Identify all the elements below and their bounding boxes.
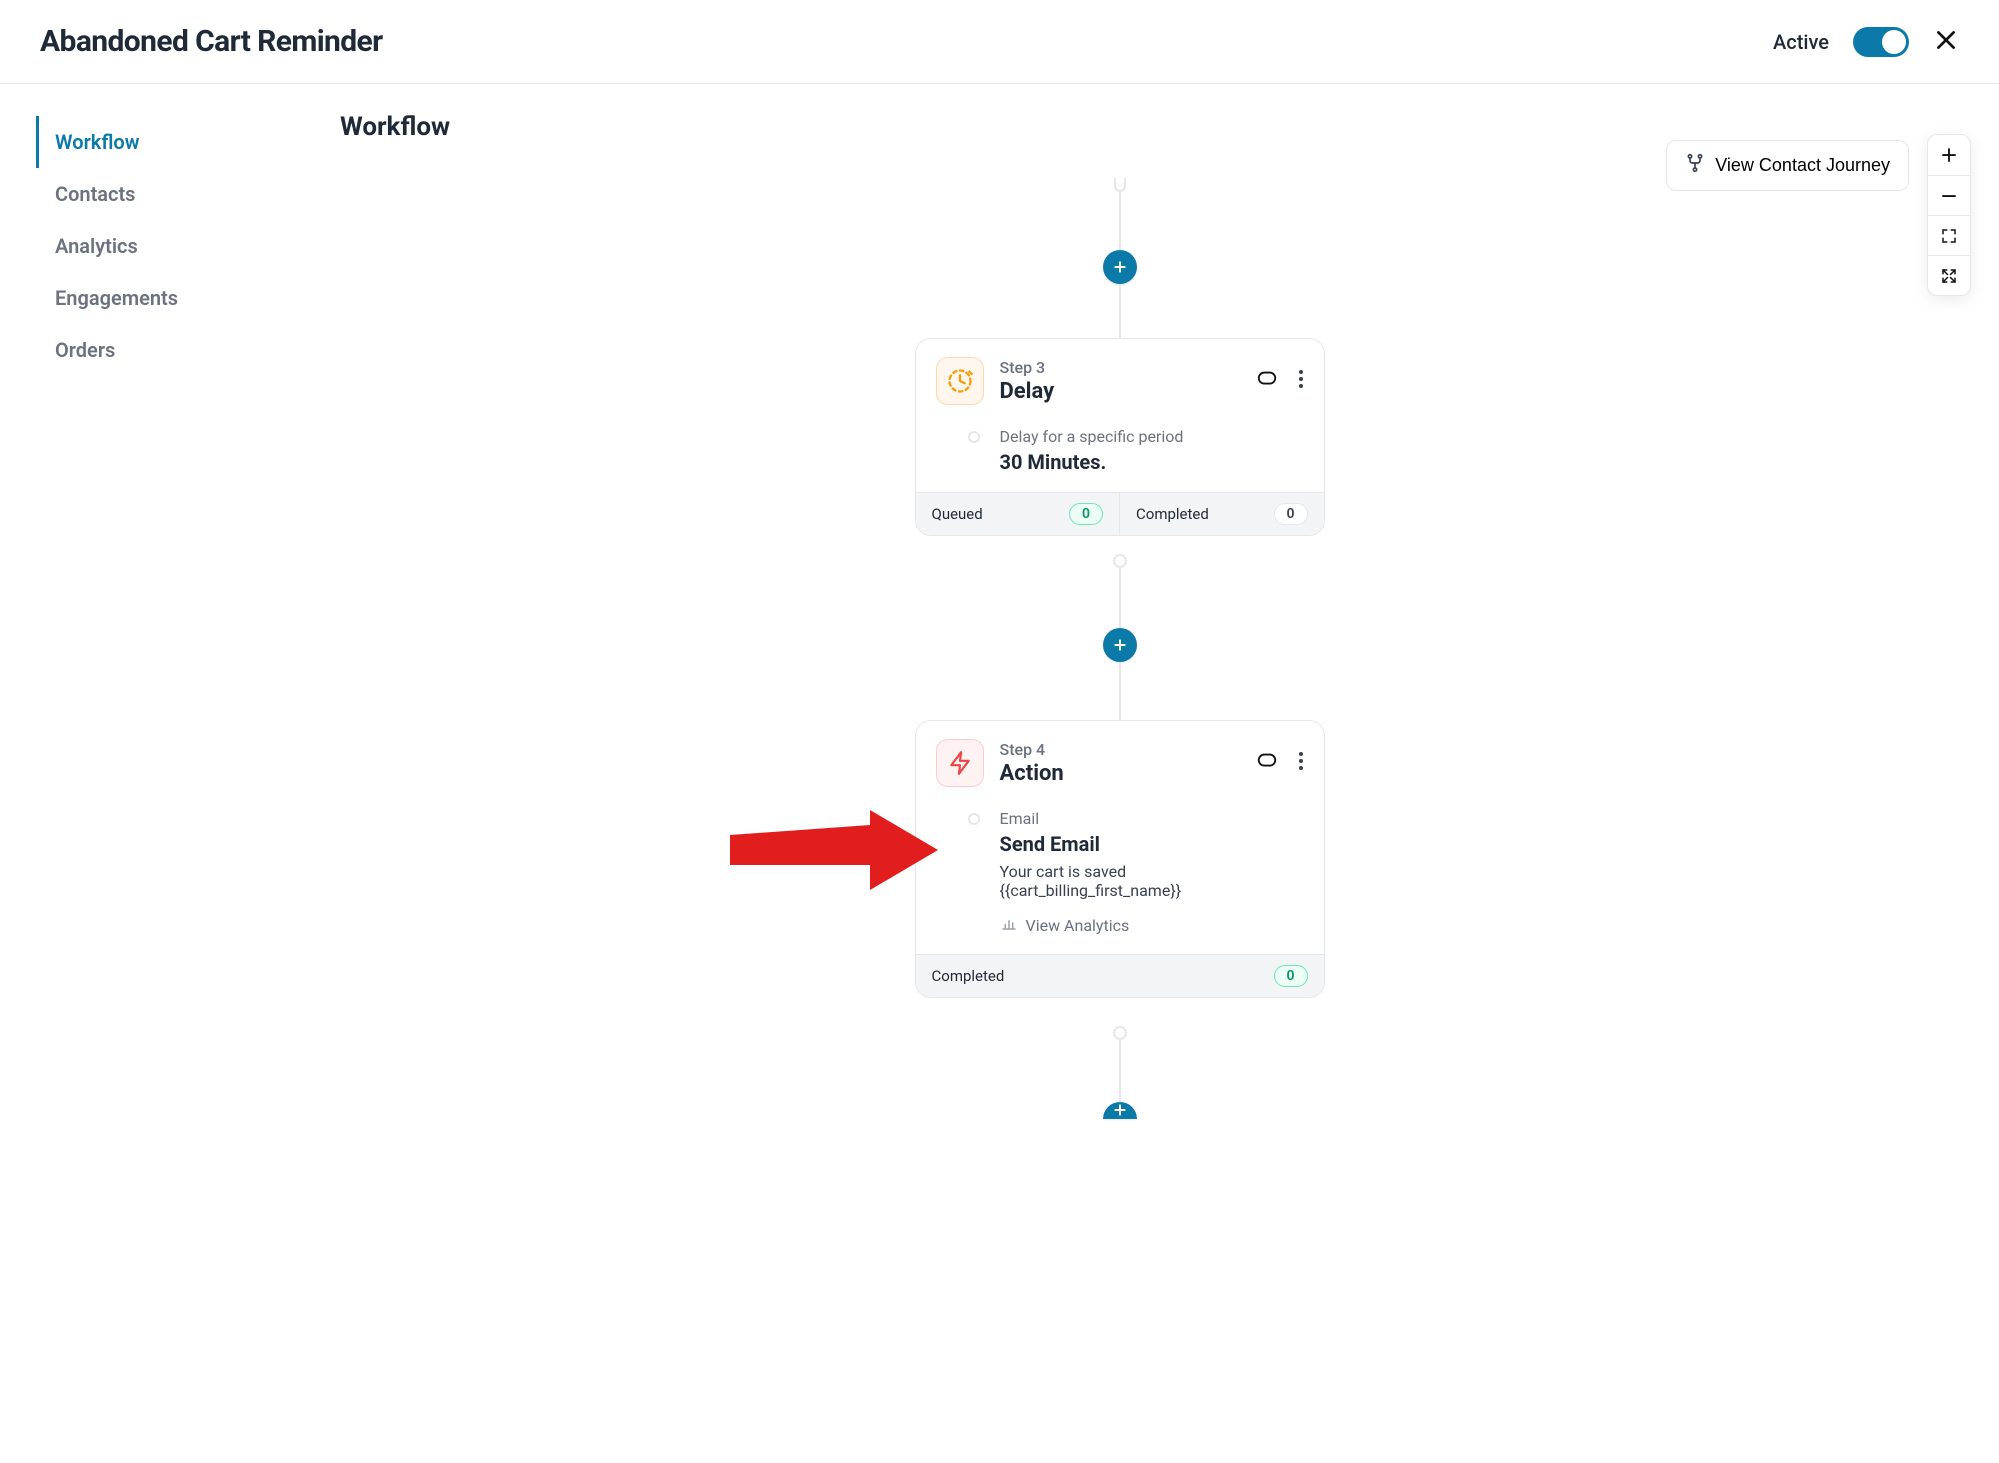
card-footer: Completed 0	[916, 954, 1324, 997]
connector-dot	[1113, 1026, 1127, 1040]
nav-item-orders[interactable]: Orders	[36, 324, 280, 376]
nav-item-analytics[interactable]: Analytics	[36, 220, 280, 272]
body-label: Email	[1000, 809, 1304, 828]
body-sub: Your cart is saved {{cart_billing_first_…	[1000, 862, 1304, 900]
body-value: 30 Minutes.	[1000, 450, 1304, 474]
view-analytics-link[interactable]: View Analytics	[1000, 914, 1304, 936]
page-title: Abandoned Cart Reminder	[40, 24, 383, 59]
nav-item-workflow[interactable]: Workflow	[36, 116, 280, 168]
footer-label: Completed	[1136, 505, 1209, 523]
queued-count: 0	[1069, 503, 1103, 525]
active-toggle[interactable]	[1853, 27, 1909, 57]
workflow-canvas[interactable]: Step 3 Delay Delay	[280, 150, 1959, 1250]
step-title: Delay	[1000, 379, 1055, 404]
completed-count: 0	[1274, 965, 1308, 987]
topbar: Abandoned Cart Reminder Active	[0, 0, 1999, 84]
footer-label: Queued	[932, 505, 983, 523]
card-footer: Queued 0 Completed 0	[916, 492, 1324, 535]
connector-line	[1119, 284, 1121, 338]
step-title: Action	[1000, 761, 1064, 786]
bullet-dot	[968, 813, 980, 825]
connector-dot	[1113, 554, 1127, 568]
connector-line	[1119, 568, 1121, 628]
connector-line	[1119, 1040, 1121, 1102]
comment-icon[interactable]	[1256, 750, 1278, 776]
comment-icon[interactable]	[1256, 368, 1278, 394]
footer-label: Completed	[932, 967, 1005, 985]
nav-item-contacts[interactable]: Contacts	[36, 168, 280, 220]
workflow-card-step3[interactable]: Step 3 Delay Delay	[915, 338, 1325, 536]
bullet-dot	[968, 431, 980, 443]
chart-icon	[1000, 914, 1018, 936]
body-value: Send Email	[1000, 832, 1304, 856]
canvas-title: Workflow	[340, 112, 1959, 142]
add-step-button[interactable]	[1103, 250, 1137, 284]
step-label: Step 3	[1000, 358, 1055, 377]
completed-count: 0	[1274, 503, 1308, 525]
workflow-card-step4[interactable]: Step 4 Action Email	[915, 720, 1325, 998]
sidebar: Workflow Contacts Analytics Engagements …	[0, 84, 280, 1250]
close-icon[interactable]	[1933, 27, 1959, 57]
arrow-annotation-icon	[720, 810, 940, 890]
connector-line	[1119, 662, 1121, 720]
add-step-button[interactable]	[1103, 1102, 1137, 1119]
status-label: Active	[1773, 30, 1829, 54]
step-label: Step 4	[1000, 740, 1064, 759]
add-step-button[interactable]	[1103, 628, 1137, 662]
view-analytics-label: View Analytics	[1026, 916, 1130, 935]
body-label: Delay for a specific period	[1000, 427, 1304, 446]
bolt-icon	[936, 739, 984, 787]
more-icon[interactable]	[1298, 368, 1304, 394]
connector-line	[1119, 190, 1121, 250]
more-icon[interactable]	[1298, 750, 1304, 776]
clock-icon	[936, 357, 984, 405]
nav-item-engagements[interactable]: Engagements	[36, 272, 280, 324]
